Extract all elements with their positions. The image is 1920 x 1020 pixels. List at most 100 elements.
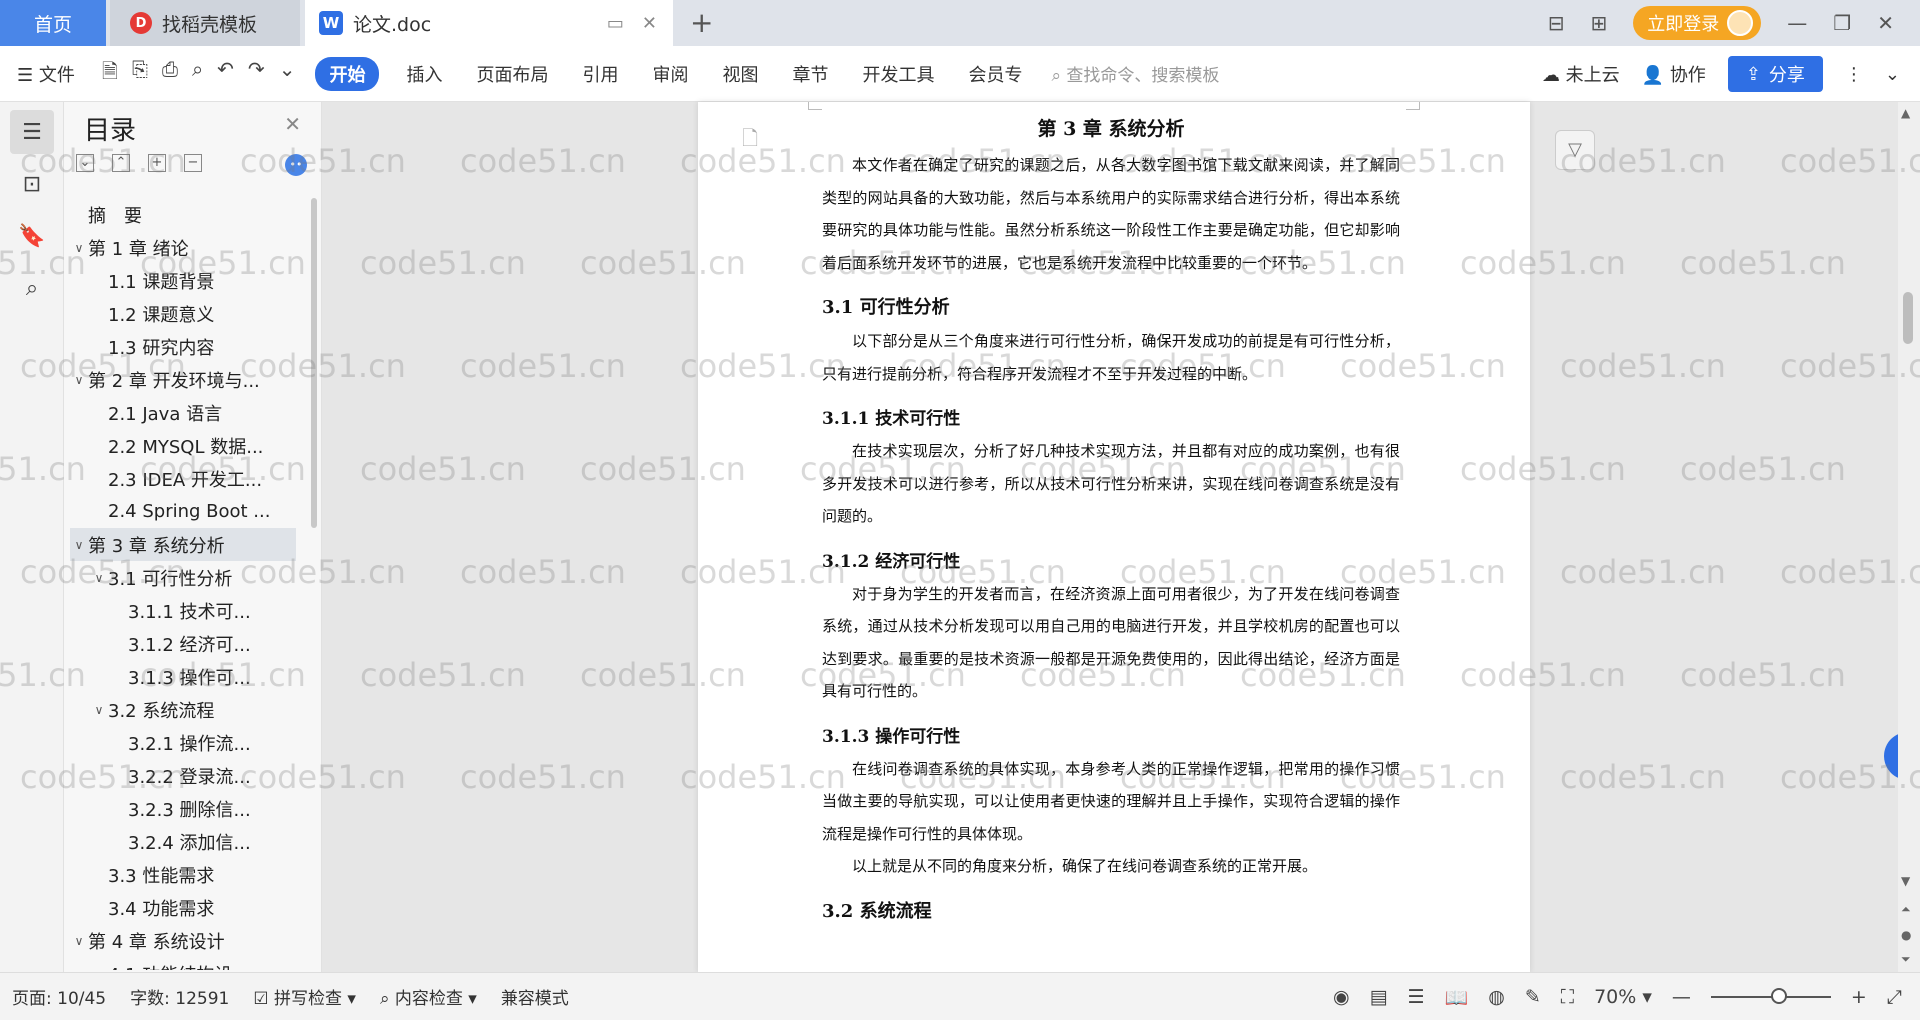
toc-item[interactable]: 3.2.1 操作流... (70, 726, 296, 759)
web-view-icon[interactable]: ◍ (1488, 986, 1505, 1008)
next-page-icon[interactable]: ⏷ (1901, 952, 1911, 967)
document-body[interactable]: 第 3 章 系统分析 本文作者在确定了研究的课题之后，从各大数字图书馆下载文献来… (822, 114, 1400, 929)
chevron-down-icon[interactable]: ∨ (70, 241, 88, 255)
toc-item[interactable]: 3.2.3 删除信... (70, 792, 296, 825)
filter-icon[interactable]: ▽ (1555, 130, 1595, 170)
toc-item[interactable]: 1.3 研究内容 (70, 330, 296, 363)
scroll-down-icon[interactable]: ▼ (1901, 874, 1910, 888)
tab-chapter[interactable]: 章节 (775, 61, 845, 87)
close-tab-icon[interactable]: ✕ (642, 13, 657, 34)
close-window-icon[interactable]: ✕ (1877, 11, 1894, 35)
chevron-down-icon[interactable]: ∨ (70, 538, 88, 552)
tab-start[interactable]: 开始 (315, 56, 380, 91)
zoom-out-icon[interactable]: — (1672, 986, 1691, 1008)
chevron-down-icon[interactable]: ∨ (70, 373, 88, 387)
read-view-icon[interactable]: 📖 (1445, 986, 1469, 1009)
more-icon[interactable]: ⋮ (1845, 64, 1863, 85)
toc-item[interactable]: ∨ 第 2 章 开发环境与... (70, 363, 296, 396)
tab-home[interactable]: 首页 (0, 0, 106, 46)
tab-review[interactable]: 审阅 (635, 61, 705, 87)
toc-item[interactable]: 1.1 课题背景 (70, 264, 296, 297)
share-button[interactable]: ⇪ 分享 (1727, 56, 1823, 92)
toc-scrollbar[interactable] (311, 198, 317, 528)
tab-insert[interactable]: 插入 (389, 61, 459, 87)
toc-item[interactable]: 摘 要 (70, 198, 296, 231)
collapse-all-icon[interactable]: ⌄ (76, 154, 94, 172)
tab-view[interactable]: 视图 (705, 61, 775, 87)
navigation-icon[interactable]: ⊡ (10, 162, 54, 206)
close-icon[interactable]: ✕ (284, 112, 301, 136)
tab-references[interactable]: 引用 (565, 61, 635, 87)
redo-icon[interactable]: ↷ (248, 57, 265, 91)
prev-page-icon[interactable]: ⏶ (1901, 902, 1911, 917)
toc-item[interactable]: 2.4 Spring Boot ... (70, 495, 296, 528)
new-tab-icon[interactable]: + (690, 6, 713, 39)
toc-item[interactable]: 2.3 IDEA 开发工... (70, 462, 296, 495)
toc-item[interactable]: ∨ 第 4 章 系统设计 (70, 924, 296, 957)
page-count[interactable]: 页面: 10/45 (0, 984, 118, 1009)
toc-item[interactable]: 3.3 性能需求 (70, 858, 296, 891)
zoom-slider[interactable] (1710, 988, 1831, 1004)
spell-check-button[interactable]: ☑ 拼写检查 ▾ (241, 984, 368, 1009)
tab-developer[interactable]: 开发工具 (845, 61, 951, 87)
tab-page-layout[interactable]: 页面布局 (459, 61, 565, 87)
grid-apps-icon[interactable]: ⊞ (1591, 11, 1608, 35)
toc-item[interactable]: 3.1.2 经济可... (70, 627, 296, 660)
write-view-icon[interactable]: ✎ (1525, 986, 1541, 1008)
login-button[interactable]: 立即登录 (1633, 6, 1762, 40)
toc-item[interactable]: ∨ 3.1 可行性分析 (70, 561, 296, 594)
toc-item[interactable]: 4.1 功能结构设... (70, 957, 296, 971)
print-icon[interactable]: ⎙ (162, 57, 178, 91)
fit-page-icon[interactable]: ⛶ (1561, 986, 1574, 1008)
select-browse-icon[interactable]: ● (1901, 928, 1911, 942)
collapse-ribbon-icon[interactable]: ⌄ (1885, 64, 1900, 85)
eye-protect-icon[interactable]: ◉ (1333, 986, 1350, 1008)
undo-icon[interactable]: ↶ (217, 57, 234, 91)
page-view-icon[interactable]: ▤ (1370, 986, 1388, 1008)
toc-item[interactable]: ∨ 第 1 章 绪论 (70, 231, 296, 264)
tab-document[interactable]: W 论文.doc ▭ ✕ (305, 0, 673, 46)
save-icon[interactable]: 🗎 (102, 57, 118, 91)
collab-button[interactable]: 👤 协作 (1642, 61, 1706, 87)
toc-item[interactable]: 2.2 MYSQL 数据... (70, 429, 296, 462)
zoom-slider-knob[interactable] (1770, 988, 1787, 1004)
search-icon[interactable]: ⌕ (10, 266, 54, 310)
tab-template-store[interactable]: D 找稻壳模板 (110, 0, 300, 46)
toc-item[interactable]: 2.1 Java 语言 (70, 396, 296, 429)
bookmark-icon[interactable]: 🔖 (10, 214, 54, 258)
zoom-level[interactable]: 70% ▾ (1594, 986, 1652, 1008)
restore-icon[interactable]: ❐ (1833, 11, 1851, 35)
toc-item[interactable]: 3.1.3 操作可... (70, 660, 296, 693)
file-menu[interactable]: ☰ 文件 (0, 61, 92, 87)
zoom-in-icon[interactable]: + (1851, 986, 1867, 1008)
reading-mode-icon[interactable]: ⊟ (1548, 11, 1565, 35)
more-dropdown-icon[interactable]: ⌄ (279, 57, 296, 91)
word-count[interactable]: 字数: 12591 (118, 984, 241, 1009)
toc-item[interactable]: 3.2.2 登录流... (70, 759, 296, 792)
scroll-up-icon[interactable]: ▲ (1901, 106, 1910, 120)
fullscreen-icon[interactable]: ⤢ (1887, 986, 1902, 1008)
float-window-icon[interactable]: ▭ (607, 13, 624, 34)
outline-view-icon[interactable]: ☰ (1408, 986, 1425, 1008)
ai-assistant-icon[interactable]: •• (285, 154, 307, 176)
command-search[interactable]: ⌕ 查找命令、搜索模板 (1039, 61, 1219, 86)
toc-item[interactable]: 3.1.1 技术可... (70, 594, 296, 627)
scroll-thumb[interactable] (1903, 292, 1913, 344)
expand-up-icon[interactable]: ⌃ (112, 154, 130, 172)
page-doc-icon[interactable]: 🗋 (742, 124, 758, 158)
tab-member[interactable]: 会员专 (951, 61, 1039, 87)
print-preview-icon[interactable]: ⌕ (192, 57, 203, 91)
remove-level-icon[interactable]: − (184, 154, 202, 172)
toc-item[interactable]: ∨ 3.2 系统流程 (70, 693, 296, 726)
toc-icon[interactable]: ☰ (10, 110, 54, 154)
toc-item[interactable]: 3.4 功能需求 (70, 891, 296, 924)
minimize-icon[interactable]: — (1787, 11, 1807, 35)
add-level-icon[interactable]: + (148, 154, 166, 172)
toc-item[interactable]: 1.2 课题意义 (70, 297, 296, 330)
toc-item[interactable]: ∨ 第 3 章 系统分析 (70, 528, 296, 561)
chevron-down-icon[interactable]: ∨ (70, 934, 88, 948)
cloud-status[interactable]: ☁ 未上云 (1542, 61, 1620, 87)
chevron-down-icon[interactable]: ∨ (90, 571, 108, 585)
document-scrollbar[interactable]: ▲ ▼ ⏶ ● ⏷ (1898, 102, 1920, 972)
chevron-down-icon[interactable]: ∨ (90, 703, 108, 717)
